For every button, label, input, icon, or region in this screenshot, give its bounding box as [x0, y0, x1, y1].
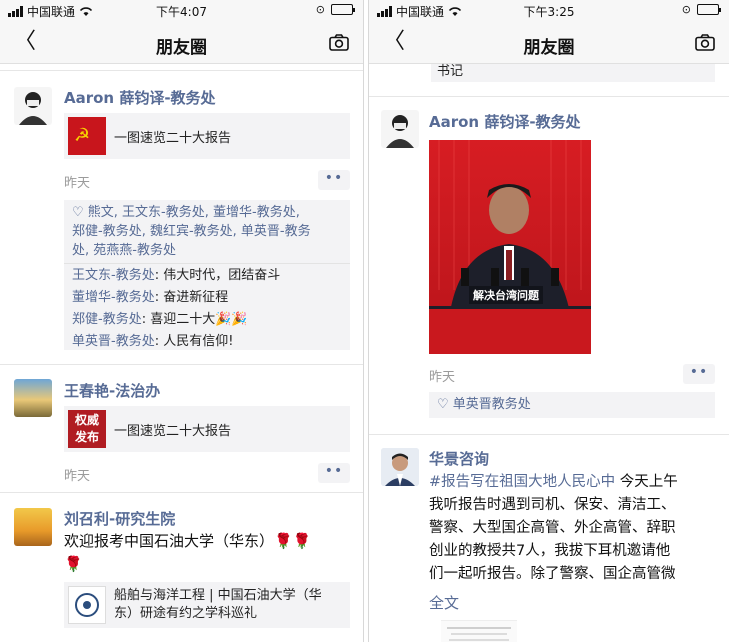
post-time: 昨天: [64, 469, 91, 484]
post-time: 昨天: [64, 176, 91, 191]
status-bar: 中国联通 下午4:07 ⊙: [0, 0, 363, 22]
comment-item[interactable]: 董增华-教务处: 奋进新征程: [64, 287, 350, 309]
likes-panel: ♡ 单英晋教务处: [429, 392, 715, 418]
battery-icon: [697, 4, 721, 15]
moments-feed[interactable]: 书记 Aaron 薛钧译-教务处 解决台湾问题 昨天 •• ♡ 单英晋教务处 华…: [369, 64, 729, 642]
nav-bar: 〈 朋友圈: [0, 22, 363, 64]
more-actions-button[interactable]: ••: [318, 170, 350, 190]
more-actions-button[interactable]: ••: [318, 463, 350, 483]
post-text: #报告写在祖国大地人民心中 今天上午 我听报告时遇到司机、保安、清洁工、 警察、…: [429, 474, 678, 582]
page-title: 朋友圈: [523, 38, 575, 58]
full-text-link[interactable]: 全文: [429, 592, 459, 613]
likes-line[interactable]: 处, 苑燕燕-教务处: [64, 241, 350, 260]
shared-link-card[interactable]: ☭ 一图速览二十大报告: [64, 113, 350, 159]
poster-name[interactable]: Aaron 薛钧译-教务处: [429, 111, 581, 132]
poster-name[interactable]: Aaron 薛钧译-教务处: [64, 87, 216, 108]
shared-link-title: 一图速览二十大报告: [114, 424, 232, 439]
likes-line[interactable]: ♡ 熊文, 王文东-教务处, 董增华-教务处,: [64, 203, 350, 222]
shared-link-title: 船舶与海洋工程 | 中国石油大学（华 东）研途有约之学科巡礼: [114, 588, 322, 621]
party-flag-thumbnail: ☭: [68, 117, 106, 155]
comment-item[interactable]: 王文东-教务处: 伟大时代，团结奋斗: [64, 265, 350, 287]
avatar[interactable]: [14, 508, 52, 546]
video-caption: 解决台湾问题: [469, 286, 543, 304]
nav-bar: 〈 朋友圈: [369, 22, 729, 64]
status-bar: 中国联通 下午3:25 ⊙: [369, 0, 729, 22]
orientation-lock-icon: ⊙: [681, 3, 691, 16]
comment-item[interactable]: 单英晋-教务处: 人民有信仰!: [64, 331, 350, 353]
avatar[interactable]: [381, 110, 419, 148]
likes-line[interactable]: ♡ 单英晋教务处: [429, 392, 715, 418]
status-time: 下午3:25: [523, 5, 575, 19]
comment-item[interactable]: 郑健-教务处: 喜迎二十大🎉🎉: [64, 309, 350, 331]
video-thumbnail[interactable]: 解决台湾问题: [429, 140, 591, 354]
camera-icon[interactable]: [695, 34, 715, 51]
shared-link-title: 一图速览二十大报告: [114, 131, 232, 146]
post-text: 欢迎报考中国石油大学（华东）🌹🌹 🌹: [64, 532, 312, 573]
poster-name[interactable]: 刘召利-研究生院: [64, 508, 175, 529]
svg-text:☭: ☭: [74, 125, 90, 146]
avatar[interactable]: [14, 379, 52, 417]
right-phone-screenshot: 中国联通 下午3:25 ⊙ 〈 朋友圈 书记 Aaron 薛钧译-教务处 解决台…: [368, 0, 729, 642]
poster-name[interactable]: 华景咨询: [429, 448, 489, 469]
previous-post-snippet: 书记: [431, 64, 715, 82]
status-time: 下午4:07: [156, 5, 207, 19]
page-title: 朋友圈: [156, 38, 207, 58]
poster-name[interactable]: 王春艳-法治办: [64, 380, 160, 401]
moments-feed[interactable]: Aaron 薛钧译-教务处 ☭ 一图速览二十大报告 昨天 •• ♡ 熊文, 王文…: [0, 64, 363, 642]
left-phone-screenshot: 中国联通 下午4:07 ⊙ 〈 朋友圈 Aaron 薛钧译-教务处 ☭ 一图速览…: [0, 0, 364, 642]
avatar[interactable]: [381, 448, 419, 486]
article-image-preview[interactable]: [441, 620, 517, 642]
official-release-thumbnail: 权威 发布: [68, 410, 106, 448]
avatar[interactable]: [14, 87, 52, 125]
shared-link-card[interactable]: 船舶与海洋工程 | 中国石油大学（华 东）研途有约之学科巡礼: [64, 582, 350, 628]
shared-link-card[interactable]: 权威 发布 一图速览二十大报告: [64, 406, 350, 452]
university-logo-thumbnail: [68, 586, 106, 624]
hashtag-link[interactable]: #报告写在祖国大地人民心中: [429, 474, 615, 490]
more-actions-button[interactable]: ••: [683, 364, 715, 384]
likes-comments-panel: ♡ 熊文, 王文东-教务处, 董增华-教务处, 郑健-教务处, 魏红宾-教务处,…: [64, 200, 350, 350]
orientation-lock-icon: ⊙: [315, 3, 325, 16]
camera-icon[interactable]: [329, 34, 349, 51]
likes-line[interactable]: 郑健-教务处, 魏红宾-教务处, 单英晋-教务: [64, 222, 350, 241]
post-time: 昨天: [429, 370, 456, 385]
battery-icon: [331, 4, 355, 15]
